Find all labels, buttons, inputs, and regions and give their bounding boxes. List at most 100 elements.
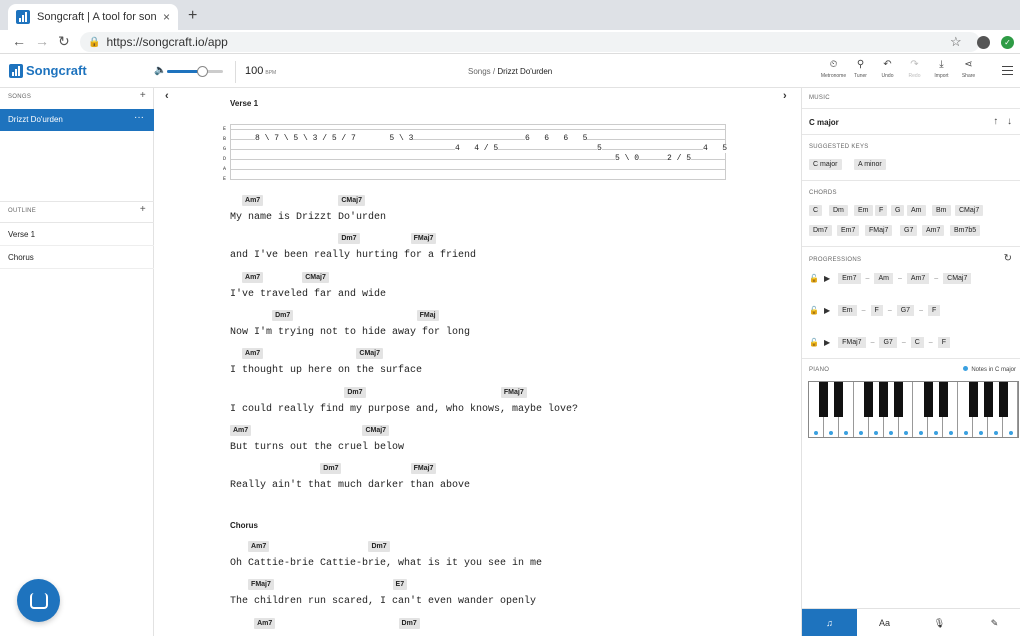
chord-chip[interactable]: CMaj7: [302, 271, 329, 283]
chord-palette-chip[interactable]: Am: [907, 205, 926, 216]
text-tab[interactable]: Aa: [857, 609, 912, 636]
chord-chip[interactable]: Am7: [242, 271, 264, 283]
chord-chip[interactable]: FMaj: [416, 309, 439, 321]
progression-chord[interactable]: F: [927, 304, 941, 316]
piano-keyboard[interactable]: [808, 381, 1019, 438]
chord-chip[interactable]: Am7: [230, 424, 252, 436]
progression-chord[interactable]: CMaj7: [943, 272, 972, 284]
piano-black-key[interactable]: [923, 382, 933, 417]
play-icon[interactable]: ▶: [824, 338, 830, 347]
piano-black-key[interactable]: [819, 382, 829, 417]
chord-palette-chip[interactable]: Em7: [837, 225, 860, 236]
tempo-control[interactable]: 100 BPM: [245, 65, 276, 77]
lyric-line[interactable]: My name is Drizzt Do'urden: [230, 212, 386, 223]
chord-palette-chip[interactable]: Am7: [922, 225, 945, 236]
chord-chip[interactable]: CMaj7: [338, 195, 365, 206]
profile-avatar-icon[interactable]: [977, 36, 990, 49]
progression-row[interactable]: 🔓 ▶ Em – F – G7– F: [809, 303, 941, 317]
progression-row[interactable]: 🔓 ▶ FMaj7– G7– C – F: [809, 335, 950, 349]
metronome-button[interactable]: ⏲ Metronome: [820, 59, 847, 79]
lyric-line[interactable]: Really ain't that much darker than above: [230, 480, 470, 491]
chord-chip[interactable]: FMaj7: [248, 579, 274, 591]
lyric-line[interactable]: The children run scared, I can't even wa…: [230, 596, 536, 607]
piano-black-key[interactable]: [998, 382, 1008, 417]
chord-chip[interactable]: Am7: [242, 195, 264, 206]
suggested-key-chip[interactable]: A minor: [854, 159, 886, 170]
chord-palette-chip[interactable]: G7: [900, 225, 918, 236]
progression-chord[interactable]: F: [937, 336, 950, 348]
chord-palette-chip[interactable]: Bm: [932, 205, 951, 216]
lyric-line[interactable]: I thought up here on the surface: [230, 365, 422, 376]
transpose-down-icon[interactable]: ↓: [1007, 116, 1012, 127]
chord-palette-chip[interactable]: Em: [854, 205, 873, 216]
chord-chip[interactable]: CMaj7: [362, 424, 390, 436]
refresh-progressions-icon[interactable]: ↻: [1004, 253, 1012, 264]
progression-chord[interactable]: G7: [879, 336, 897, 348]
new-tab-button[interactable]: +: [188, 7, 197, 25]
guitar-tablature[interactable]: EBGDAE8 \ 7 \ 5 \ 3 / 5 / 7 5 \ 36 6 6 5…: [223, 124, 728, 182]
progression-chord[interactable]: Em7: [838, 272, 861, 284]
outline-item-chorus[interactable]: Chorus: [0, 246, 154, 269]
chord-chip[interactable]: Dm7: [272, 309, 294, 321]
bookmark-star-icon[interactable]: ☆: [950, 34, 962, 50]
progression-chord[interactable]: C: [910, 336, 924, 348]
progression-chord[interactable]: F: [870, 304, 883, 316]
piano-black-key[interactable]: [879, 382, 889, 417]
song-list-item[interactable]: Drizzt Do'urden ···: [0, 109, 154, 131]
progression-chord[interactable]: FMaj7: [838, 336, 866, 348]
volume-slider-knob[interactable]: [197, 66, 209, 77]
chord-chip[interactable]: FMaj7: [410, 463, 437, 475]
piano-black-key[interactable]: [894, 382, 904, 417]
songcraft-logo[interactable]: Songcraft: [9, 63, 87, 78]
chord-chip[interactable]: Dm7: [398, 617, 420, 629]
prev-section-arrow-icon[interactable]: ‹: [165, 90, 169, 102]
back-icon[interactable]: ←: [12, 33, 26, 49]
lyric-line[interactable]: Now I'm trying not to hide away for long: [230, 327, 470, 338]
lyric-line[interactable]: But turns out the cruel below: [230, 442, 404, 453]
mic-tab[interactable]: 🎙: [912, 609, 967, 636]
chord-palette-chip[interactable]: G: [891, 205, 905, 216]
chord-palette-chip[interactable]: FMaj7: [865, 225, 893, 236]
breadcrumb-songs-link[interactable]: Songs /: [468, 67, 495, 76]
chord-chip[interactable]: FMaj7: [500, 386, 527, 398]
progression-chord[interactable]: G7: [896, 304, 915, 316]
chord-palette-chip[interactable]: Dm7: [809, 225, 832, 236]
chord-palette-chip[interactable]: Dm: [829, 205, 848, 216]
hamburger-menu-icon[interactable]: [1002, 66, 1013, 78]
piano-black-key[interactable]: [864, 382, 874, 417]
next-section-arrow-icon[interactable]: ›: [783, 90, 787, 102]
reload-icon[interactable]: ↻: [58, 33, 70, 50]
piano-black-key[interactable]: [983, 382, 993, 417]
chord-chip[interactable]: CMaj7: [356, 348, 384, 360]
volume-icon[interactable]: 🔈: [154, 65, 166, 76]
lyric-line[interactable]: and I've been really hurting for a frien…: [230, 250, 476, 261]
progression-chord[interactable]: Am: [874, 272, 893, 284]
share-button[interactable]: ⋖ Share: [955, 59, 982, 79]
chord-palette-chip[interactable]: C: [809, 205, 823, 216]
chord-chip[interactable]: Dm7: [320, 463, 342, 475]
chord-palette-chip[interactable]: Bm7b5: [950, 225, 981, 236]
lyric-line[interactable]: I've traveled far and wide: [230, 289, 386, 300]
chat-support-button[interactable]: [17, 579, 60, 622]
music-tab[interactable]: ♫: [802, 609, 857, 636]
chord-chip[interactable]: Dm7: [338, 233, 360, 245]
play-icon[interactable]: ▶: [824, 306, 830, 315]
chord-chip[interactable]: Am7: [248, 541, 270, 552]
browser-tab[interactable]: Songcraft | A tool for songwriters ×: [8, 4, 178, 30]
progression-row[interactable]: 🔓 ▶ Em7– Am – Am7– CMaj7: [809, 271, 972, 285]
chord-palette-chip[interactable]: CMaj7: [955, 205, 984, 216]
tuner-button[interactable]: ⚲ Tuner: [847, 59, 874, 79]
chord-chip[interactable]: Dm7: [368, 541, 390, 552]
undo-button[interactable]: ↶ Undo: [874, 59, 901, 79]
piano-black-key[interactable]: [834, 382, 844, 417]
progression-chord[interactable]: Am7: [906, 272, 930, 284]
import-button[interactable]: ⤓ Import: [928, 59, 955, 79]
volume-slider[interactable]: [167, 66, 223, 77]
lock-icon[interactable]: 🔓: [809, 306, 819, 315]
play-icon[interactable]: ▶: [824, 274, 830, 283]
add-song-button[interactable]: +: [140, 90, 146, 101]
lyric-line[interactable]: I could really find my purpose and, who …: [230, 404, 578, 415]
url-field[interactable]: 🔒 https://songcraft.io/app: [80, 32, 980, 52]
suggested-key-chip[interactable]: C major: [809, 159, 842, 170]
extension-icon[interactable]: ✓: [1001, 36, 1014, 49]
